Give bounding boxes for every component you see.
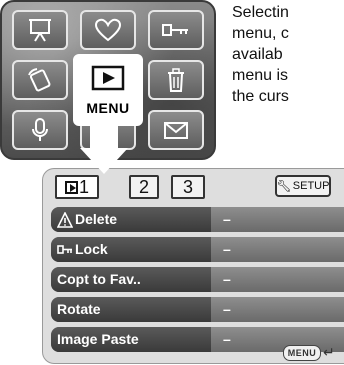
tab-2-label: 2 [138, 176, 149, 197]
tab-3-label: 3 [182, 176, 193, 197]
menu-row-lock[interactable]: Lock – [51, 237, 344, 262]
pointer-arrow-stem [90, 115, 118, 149]
key-lock-icon [162, 24, 188, 36]
setup-tab-label: SETUP [292, 180, 330, 192]
warning-triangle-icon [57, 211, 73, 228]
row-label-text: Copt to Fav.. [57, 271, 141, 287]
heart-favorites-icon [94, 18, 122, 42]
tab-setup[interactable]: 🔧︎ SETUP [275, 175, 331, 197]
description-text: Selectin menu, c availab menu is the cur… [232, 2, 344, 107]
menu-tile-label: MENU [86, 100, 130, 116]
envelope-mail-icon [164, 122, 188, 139]
pointer-arrow-tip [80, 148, 128, 174]
description-line: availab [232, 46, 283, 63]
slideshow-tile[interactable] [12, 10, 68, 50]
back-arrow-icon: ↵ [323, 344, 335, 360]
tab-1[interactable]: 1 [55, 175, 99, 199]
row-label-text: Delete [75, 211, 118, 227]
description-line: menu, c [232, 25, 289, 42]
lock-tile[interactable] [148, 10, 204, 50]
voice-memo-tile[interactable] [12, 110, 68, 150]
row-label-text: Lock [75, 241, 108, 257]
playback-tab-icon [64, 180, 78, 194]
row-value: – [223, 271, 231, 287]
tab-1-label: 1 [78, 176, 89, 197]
delete-tile[interactable] [148, 60, 204, 100]
menu-row-rotate[interactable]: Rotate – [51, 297, 344, 322]
playback-menu-panel: 1 2 3 🔧︎ SETUP Delete – Lock – Copt to Fa… [42, 168, 344, 364]
tab-2[interactable]: 2 [129, 175, 159, 199]
menu-row-delete[interactable]: Delete – [51, 207, 344, 232]
row-label-text: Rotate [57, 301, 101, 317]
favorites-tile[interactable] [80, 10, 136, 50]
row-value: – [223, 211, 231, 227]
row-value: – [223, 301, 231, 317]
menu-row-copy-to-fav[interactable]: Copt to Fav.. – [51, 267, 344, 292]
trash-delete-icon [168, 68, 184, 92]
description-line: the curs [232, 88, 289, 105]
wrench-icon: 🔧︎ [276, 179, 292, 193]
email-tile[interactable] [148, 110, 204, 150]
row-value: – [223, 241, 231, 257]
menu-button[interactable]: MENU [283, 345, 321, 361]
rotate-camera-icon [28, 68, 51, 92]
row-label-image-paste: Image Paste [51, 327, 211, 352]
row-label-copy-to-fav: Copt to Fav.. [51, 267, 211, 292]
key-icon [57, 242, 73, 258]
description-line: menu is [232, 67, 289, 84]
microphone-icon [32, 118, 48, 141]
tab-3[interactable]: 3 [171, 175, 205, 199]
row-label-text: Image Paste [57, 331, 139, 347]
play-menu-icon [91, 65, 125, 91]
row-value: – [223, 331, 231, 347]
description-line: Selectin [232, 4, 289, 21]
row-label-rotate: Rotate [51, 297, 211, 322]
row-label-delete: Delete [51, 207, 211, 232]
rotate-tile[interactable] [12, 60, 68, 100]
slideshow-screen-icon [29, 19, 51, 42]
row-label-lock: Lock [51, 237, 211, 262]
